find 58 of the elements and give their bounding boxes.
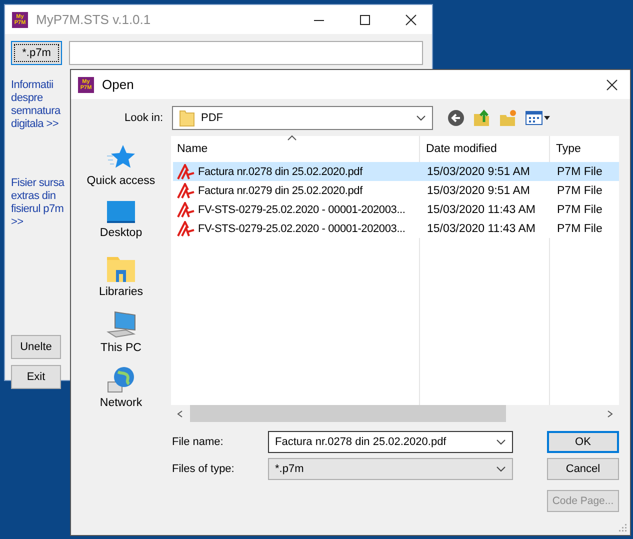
file-date: 15/03/2020 11:43 AM [427, 222, 536, 234]
file-type-label: Files of type: [172, 463, 236, 475]
path-field[interactable] [69, 41, 423, 65]
sort-icon [287, 135, 297, 141]
scroll-right-icon[interactable] [606, 410, 614, 418]
window-button[interactable]: Unelte [11, 335, 61, 359]
file-name-label: File name: [172, 436, 224, 448]
chevron-icon [416, 115, 426, 121]
column-header[interactable]: Name [177, 143, 208, 155]
file-date: 15/03/2020 11:43 AM [427, 204, 536, 216]
look-in-label: Look in: [123, 112, 163, 124]
folder-icon [179, 109, 195, 127]
file-row[interactable]: Factura nr.0278 din 25.02.2020.pdf 15/03/2020 9:51 AM P7M File [173, 162, 619, 181]
computer-icon [106, 310, 136, 339]
globe-icon [106, 366, 136, 394]
signature-info-link[interactable]: Informatii despre semnatura digitala >> [11, 79, 69, 131]
place-label[interactable]: Network [100, 397, 142, 410]
column-header[interactable]: Type [556, 143, 581, 155]
dialog-button[interactable]: OK [547, 431, 619, 453]
file-name: Factura nr.0279 din 25.02.2020.pdf [198, 184, 362, 196]
file-type: P7M File [557, 222, 602, 234]
file-row[interactable]: Factura nr.0279 din 25.02.2020.pdf 15/03/2020 9:51 AM P7M File [173, 181, 619, 200]
file-type: P7M File [557, 184, 602, 196]
resize-grip-icon[interactable] [619, 524, 627, 532]
folder-icon [106, 255, 136, 284]
close-icon[interactable] [405, 14, 417, 26]
file-button[interactable]: *.p7m [11, 41, 62, 65]
source-file-link[interactable]: Fisier sursa extras din fisierul p7m >> [11, 177, 69, 229]
maximize-icon[interactable] [359, 14, 371, 26]
chevron-icon [496, 439, 506, 445]
place-label[interactable]: This PC [100, 342, 142, 354]
file-name-field[interactable]: Factura nr.0278 din 25.02.2020.pdf [268, 431, 513, 453]
file-date: 15/03/2020 9:51 AM [427, 184, 530, 196]
file-name: Factura nr.0278 din 25.02.2020.pdf [198, 166, 362, 178]
file-type: P7M File [557, 166, 602, 178]
view-menu-icon[interactable] [525, 110, 551, 126]
close-icon[interactable] [606, 78, 618, 90]
desktop-icon [106, 200, 136, 224]
dialog-title: Open [102, 77, 135, 92]
chevron-icon [496, 466, 506, 472]
up-folder-icon[interactable] [473, 109, 491, 127]
file-name: FV-STS-0279-25.02.2020 - 00001-202003... [198, 222, 406, 234]
file-type: P7M File [557, 204, 602, 216]
place-label[interactable]: Libraries [98, 286, 144, 298]
window-title: MyP7M.STS v.1.0.1 [36, 12, 152, 27]
look-in-dropdown[interactable]: PDF [172, 106, 433, 130]
dialog-button[interactable]: Cancel [547, 458, 619, 480]
window-button[interactable]: Exit [11, 365, 61, 389]
file-name: FV-STS-0279-25.02.2020 - 00001-202003... [198, 204, 406, 216]
file-row[interactable]: FV-STS-0279-25.02.2020 - 00001-202003... 15/03/2020 11:43 AM P7M File [173, 219, 619, 238]
file-row[interactable]: FV-STS-0279-25.02.2020 - 00001-202003... 15/03/2020 11:43 AM P7M File [173, 200, 619, 219]
file-type-dropdown[interactable]: *.p7m [268, 458, 513, 480]
place-label[interactable]: Desktop [100, 226, 142, 239]
column-header[interactable]: Date modified [426, 143, 497, 155]
back-icon[interactable] [447, 109, 465, 127]
file-date: 15/03/2020 9:51 AM [427, 166, 530, 178]
place-label[interactable]: Quick access [86, 175, 156, 187]
scroll-left-icon[interactable] [176, 410, 184, 418]
